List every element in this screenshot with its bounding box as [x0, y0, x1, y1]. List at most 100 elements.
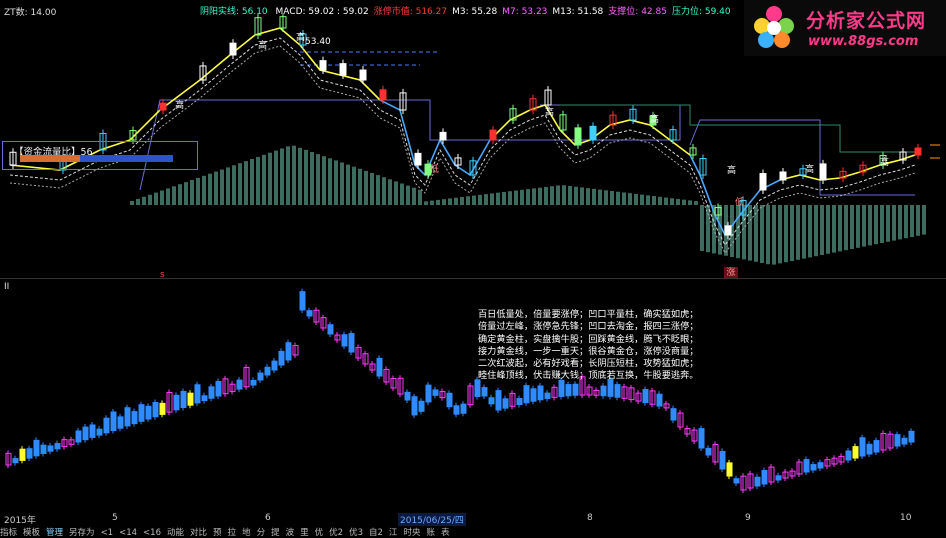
sub-candle-body — [404, 391, 411, 401]
toolbar-item[interactable]: 江 — [389, 528, 398, 538]
histogram-bar — [196, 177, 200, 205]
sub-candle-body — [845, 450, 852, 461]
sub-candle-body — [264, 366, 271, 376]
sub-candle-body — [19, 448, 26, 461]
toolbar-item[interactable]: 时央 — [403, 528, 420, 538]
sub-candle-body — [544, 392, 551, 399]
sub-candle-body — [446, 392, 453, 408]
toolbar-item[interactable]: 提 — [271, 528, 280, 538]
sub-candle-body — [516, 398, 523, 406]
histogram-bar — [142, 196, 146, 205]
histogram-bar — [622, 192, 626, 205]
toolbar-item[interactable]: 动能 — [167, 528, 184, 538]
histogram-bar — [466, 196, 470, 205]
histogram-bar — [856, 205, 860, 248]
toolbar-item[interactable]: <14 — [119, 528, 137, 538]
high-marker: 高 — [727, 164, 736, 176]
toolbar-item[interactable]: 分 — [257, 528, 266, 538]
histogram-bar — [346, 164, 350, 205]
histogram-bar — [244, 161, 248, 205]
axis-tick: 2015年 — [4, 516, 36, 526]
toolbar-item[interactable]: 波 — [286, 528, 295, 538]
sub-chart-svg[interactable] — [0, 280, 946, 510]
high-marker: 高 — [175, 99, 184, 111]
candle-body — [414, 152, 422, 166]
histogram-bar — [382, 177, 386, 205]
toolbar-item[interactable]: 指标 — [0, 528, 17, 538]
indicator-0: MACD: 59.02 : 59.02 — [275, 7, 369, 17]
histogram-bar — [460, 197, 464, 205]
histogram-bar — [682, 199, 686, 205]
sub-candle-body — [418, 400, 425, 412]
histogram-bar — [424, 201, 428, 205]
toolbar-item[interactable]: 账 — [426, 528, 435, 538]
rhyme-line: 倍量过左峰，涨停急先锋；凹口去淘金，报四三涨停； — [478, 321, 699, 333]
histogram-bar — [148, 194, 152, 205]
sub-candle-body — [852, 446, 859, 459]
toolbar-item[interactable]: 模板 — [23, 528, 40, 538]
axis-tick: 10 — [900, 513, 912, 523]
histogram-bar — [514, 190, 518, 205]
sub-candle-body — [180, 390, 187, 408]
toolbar-item[interactable]: 优2 — [329, 528, 343, 538]
toolbar-item[interactable]: 自2 — [369, 528, 383, 538]
price-label: 53.40 — [305, 37, 331, 47]
sub-candle-body — [201, 395, 208, 402]
histogram-bar — [550, 186, 554, 205]
histogram-bar — [802, 205, 806, 259]
toolbar-item[interactable]: 预 — [213, 528, 222, 538]
histogram-bar — [646, 195, 650, 205]
histogram-bar — [766, 205, 770, 265]
sub-candle-body — [530, 388, 537, 402]
histogram-bar — [706, 205, 710, 253]
rhyme-line: 睦住峰顶线，伏击赚大钱；顶底若互换，牛股要逃奔。 — [478, 370, 699, 382]
histogram-bar — [592, 188, 596, 205]
toolbar-item[interactable]: 表 — [441, 528, 450, 538]
sub-candle-body — [236, 379, 243, 390]
toolbar-item[interactable]: 拉 — [228, 528, 237, 538]
sub-candle-body — [761, 469, 768, 485]
histogram-bar — [160, 190, 164, 205]
histogram-bar — [484, 194, 488, 205]
sub-candle-body — [173, 394, 180, 411]
histogram-bar — [796, 205, 800, 260]
toolbar-item[interactable]: 优 — [315, 528, 324, 538]
high-marker: 高 — [880, 156, 889, 168]
toolbar-item[interactable]: 管理 — [46, 528, 63, 538]
histogram-bar — [232, 165, 236, 205]
sub-candle-body — [12, 458, 19, 464]
sub-candle-body — [908, 430, 915, 443]
histogram-bar — [370, 173, 374, 205]
logo-url: www.88gs.com — [808, 34, 919, 49]
histogram-bar — [532, 188, 536, 205]
sub-candle-body — [33, 439, 40, 457]
toolbar-item[interactable]: <16 — [143, 528, 161, 538]
toolbar-item[interactable]: 里 — [300, 528, 309, 538]
sub-candle-body — [208, 386, 215, 399]
sub-candle-body — [502, 398, 509, 409]
histogram-bar — [394, 181, 398, 205]
flower-logo-icon — [754, 6, 794, 48]
histogram-bar — [226, 167, 230, 205]
toolbar-item[interactable]: 对比 — [190, 528, 207, 538]
toolbar-item[interactable]: 优3 — [349, 528, 363, 538]
toolbar-item[interactable]: <1 — [101, 528, 114, 538]
axis-tick: 5 — [112, 513, 118, 523]
histogram-bar — [862, 205, 866, 247]
sub-candle-body — [124, 407, 131, 427]
histogram-bar — [430, 200, 434, 205]
histogram-bar — [454, 197, 458, 205]
toolbar-item[interactable]: 地 — [242, 528, 251, 538]
histogram-bar — [850, 205, 854, 249]
candle-body — [439, 131, 447, 141]
resist-line — [560, 104, 920, 153]
histogram-bar — [178, 184, 182, 205]
histogram-bar — [814, 205, 818, 257]
axis-tick: 9 — [745, 513, 751, 523]
sub-candle-body — [376, 357, 383, 377]
sub-candle-body — [775, 475, 782, 481]
toolbar-item[interactable]: 另存为 — [69, 528, 95, 538]
sub-candle-body — [348, 333, 355, 353]
histogram-bar — [406, 185, 410, 205]
sub-chart-panel[interactable] — [0, 280, 946, 510]
